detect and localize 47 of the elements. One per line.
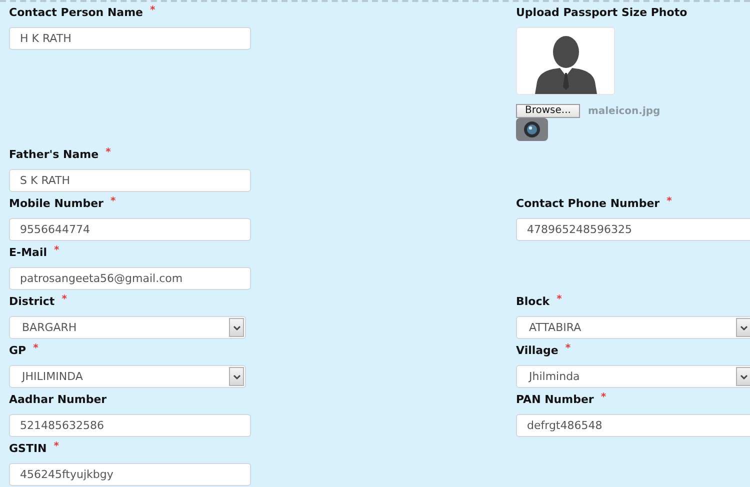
chevron-down-icon (232, 374, 240, 380)
required-mark: * (54, 245, 60, 258)
dropdown-field[interactable]: JHILIMINDA (9, 365, 246, 388)
required-mark: * (54, 441, 59, 454)
field-label: Father's Name (9, 147, 99, 163)
field-label: PAN Number (516, 392, 594, 408)
chevron-down-icon (232, 324, 240, 330)
field-label: E-Mail (9, 245, 47, 261)
field-label: GP (9, 343, 26, 359)
field-label: Block (516, 294, 550, 310)
required-mark: * (62, 294, 67, 307)
camera-icon[interactable] (516, 118, 548, 141)
required-mark: * (110, 196, 116, 209)
field-label: Mobile Number (9, 196, 104, 212)
text-field[interactable]: S K RATH (9, 169, 251, 192)
field-label: GSTIN (9, 441, 47, 457)
required-mark: * (33, 343, 38, 356)
dropdown-field[interactable]: ATTABIRA (516, 316, 750, 339)
text-field[interactable]: 456245ftyujkbgy (9, 463, 251, 486)
file-name: maleicon.jpg (588, 106, 660, 116)
browse-button[interactable]: Browse... (516, 104, 580, 118)
dropdown-field[interactable]: Jhilminda (516, 365, 750, 388)
field-label: Village (516, 343, 558, 359)
text-field[interactable]: H K RATH (9, 27, 251, 50)
required-mark: * (600, 392, 606, 405)
field-label: Contact Phone Number (516, 196, 660, 212)
required-mark: * (666, 196, 672, 209)
required-mark: * (556, 294, 562, 307)
field-label: District (9, 294, 55, 310)
required-mark: * (150, 5, 156, 18)
required-mark: * (106, 147, 111, 160)
dropdown-field[interactable]: BARGARH (9, 316, 246, 339)
dropdown-button[interactable] (736, 318, 750, 337)
field-label: Upload Passport Size Photo (516, 5, 688, 21)
required-mark: * (565, 343, 571, 356)
field-label: Aadhar Number (9, 392, 107, 408)
dropdown-button[interactable] (736, 367, 750, 386)
dropdown-button[interactable] (229, 367, 244, 386)
text-field[interactable]: defrgt486548 (516, 414, 750, 437)
text-field[interactable]: 521485632586 (9, 414, 251, 437)
text-field[interactable]: patrosangeeta56@gmail.com (9, 267, 251, 290)
chevron-down-icon (740, 324, 748, 330)
dropdown-button[interactable] (229, 318, 244, 337)
text-field[interactable]: 478965248596325 (516, 218, 750, 241)
chevron-down-icon (740, 374, 748, 380)
field-label: Contact Person Name (9, 5, 144, 21)
text-field[interactable]: 9556644774 (9, 218, 251, 241)
